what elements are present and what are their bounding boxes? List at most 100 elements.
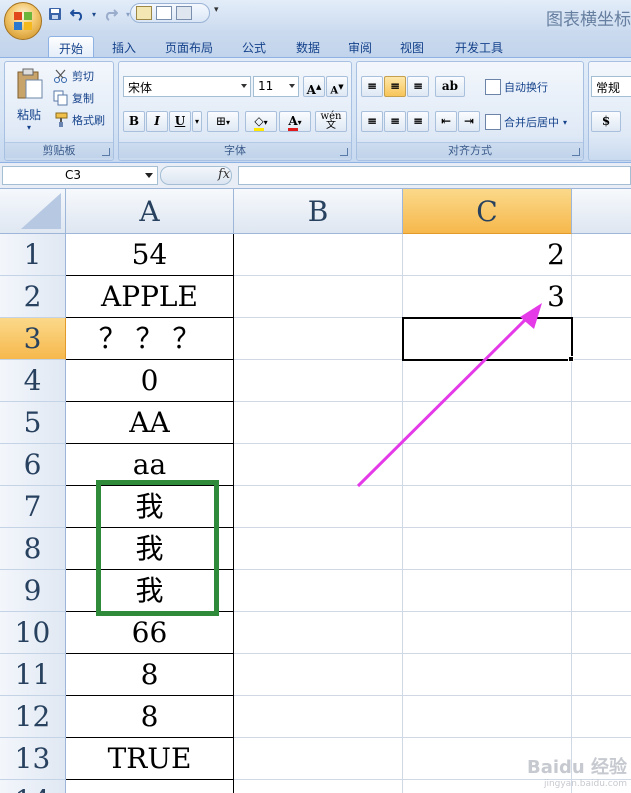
wrap-text-button[interactable]: 自动换行	[485, 77, 548, 97]
tab-home[interactable]: 开始	[48, 36, 94, 58]
table-icon[interactable]	[156, 6, 172, 20]
cell-a1[interactable]: 54	[66, 234, 234, 276]
cell-b8[interactable]	[234, 528, 403, 570]
cell-b6[interactable]	[234, 444, 403, 486]
cell-b10[interactable]	[234, 612, 403, 654]
number-format-select[interactable]: 常规	[591, 76, 631, 97]
cell-c9[interactable]	[403, 570, 572, 612]
cell-b9[interactable]	[234, 570, 403, 612]
cell-d3[interactable]	[572, 318, 631, 360]
cell-a3[interactable]: ？ ？ ？	[66, 318, 234, 360]
shrink-font-button[interactable]: A▼	[326, 76, 348, 97]
underline-button[interactable]: U	[169, 111, 191, 132]
currency-button[interactable]: $	[591, 111, 621, 132]
cell-a5[interactable]: AA	[66, 402, 234, 444]
column-header-b[interactable]: B	[234, 189, 403, 234]
undo-dropdown-icon[interactable]: ▾	[90, 6, 98, 22]
cell-d8[interactable]	[572, 528, 631, 570]
cell-a6[interactable]: aa	[66, 444, 234, 486]
cell-d7[interactable]	[572, 486, 631, 528]
column-header-a[interactable]: A	[66, 189, 234, 234]
row-header[interactable]: 9	[0, 570, 66, 612]
cell-c12[interactable]	[403, 696, 572, 738]
cell-b3[interactable]	[234, 318, 403, 360]
row-header[interactable]: 5	[0, 402, 66, 444]
insert-function-button[interactable]: fx	[218, 167, 230, 182]
cell-b12[interactable]	[234, 696, 403, 738]
cell-a8[interactable]: 我	[66, 528, 234, 570]
row-header[interactable]: 14	[0, 780, 66, 793]
align-top-button[interactable]: ≡	[361, 76, 383, 97]
align-center-button[interactable]: ≡	[384, 111, 406, 132]
decrease-indent-button[interactable]: ⇤	[435, 111, 457, 132]
tab-review[interactable]: 审阅	[340, 36, 380, 58]
row-header[interactable]: 12	[0, 696, 66, 738]
cell-b1[interactable]	[234, 234, 403, 276]
cell-b7[interactable]	[234, 486, 403, 528]
tab-data[interactable]: 数据	[288, 36, 328, 58]
chart-icon[interactable]	[136, 6, 152, 20]
grow-font-button[interactable]: A▲	[303, 76, 325, 97]
align-left-button[interactable]: ≡	[361, 111, 383, 132]
cell-d4[interactable]	[572, 360, 631, 402]
cell-a13[interactable]: TRUE	[66, 738, 234, 780]
row-header[interactable]: 10	[0, 612, 66, 654]
merge-center-button[interactable]: 合并后居中 ▾	[485, 112, 567, 132]
borders-button[interactable]: ⊞▾	[207, 111, 239, 132]
cell-c6[interactable]	[403, 444, 572, 486]
row-header[interactable]: 3	[0, 318, 66, 360]
font-launcher-icon[interactable]	[340, 148, 348, 156]
cell-b14[interactable]	[234, 780, 403, 793]
save-icon[interactable]	[46, 6, 64, 22]
cell-c2[interactable]: 3	[403, 276, 572, 318]
cell-c10[interactable]	[403, 612, 572, 654]
align-right-button[interactable]: ≡	[407, 111, 429, 132]
name-box[interactable]: C3	[2, 166, 158, 185]
form-icon[interactable]	[176, 6, 192, 20]
increase-indent-button[interactable]: ⇥	[458, 111, 480, 132]
row-header[interactable]: 4	[0, 360, 66, 402]
paste-button[interactable]: 粘贴 ▾	[9, 66, 49, 136]
cell-a10[interactable]: 66	[66, 612, 234, 654]
cell-b5[interactable]	[234, 402, 403, 444]
tab-view[interactable]: 视图	[392, 36, 432, 58]
cell-a12[interactable]: 8	[66, 696, 234, 738]
row-header[interactable]: 1	[0, 234, 66, 276]
cell-d10[interactable]	[572, 612, 631, 654]
fill-color-button[interactable]: ◇▾	[245, 111, 277, 132]
cell-c4[interactable]	[403, 360, 572, 402]
office-button[interactable]	[4, 2, 42, 40]
cell-c11[interactable]	[403, 654, 572, 696]
align-middle-button[interactable]: ≡	[384, 76, 406, 97]
tab-formulas[interactable]: 公式	[234, 36, 274, 58]
row-header[interactable]: 2	[0, 276, 66, 318]
cell-a4[interactable]: 0	[66, 360, 234, 402]
row-header[interactable]: 8	[0, 528, 66, 570]
row-header[interactable]: 11	[0, 654, 66, 696]
column-header-d[interactable]	[572, 189, 631, 234]
orientation-button[interactable]: ab	[435, 76, 465, 97]
phonetic-button[interactable]: wén 文	[315, 111, 347, 132]
copy-button[interactable]: 复制	[53, 88, 94, 108]
cell-a9[interactable]: 我	[66, 570, 234, 612]
cell-d2[interactable]	[572, 276, 631, 318]
font-color-button[interactable]: A▾	[279, 111, 311, 132]
underline-dropdown-icon[interactable]: ▾	[192, 111, 202, 132]
cell-d1[interactable]	[572, 234, 631, 276]
align-bottom-button[interactable]: ≡	[407, 76, 429, 97]
redo-icon[interactable]	[102, 6, 120, 22]
cell-d5[interactable]	[572, 402, 631, 444]
format-painter-button[interactable]: 格式刷	[53, 110, 105, 130]
clipboard-launcher-icon[interactable]	[102, 148, 110, 156]
undo-icon[interactable]	[68, 6, 86, 22]
cell-d9[interactable]	[572, 570, 631, 612]
tab-page-layout[interactable]: 页面布局	[158, 36, 220, 58]
cell-d12[interactable]	[572, 696, 631, 738]
cell-a7[interactable]: 我	[66, 486, 234, 528]
italic-button[interactable]: I	[146, 111, 168, 132]
bold-button[interactable]: B	[123, 111, 145, 132]
cell-b2[interactable]	[234, 276, 403, 318]
tab-developer[interactable]: 开发工具	[446, 36, 512, 58]
fill-handle[interactable]	[568, 356, 574, 362]
cell-c5[interactable]	[403, 402, 572, 444]
